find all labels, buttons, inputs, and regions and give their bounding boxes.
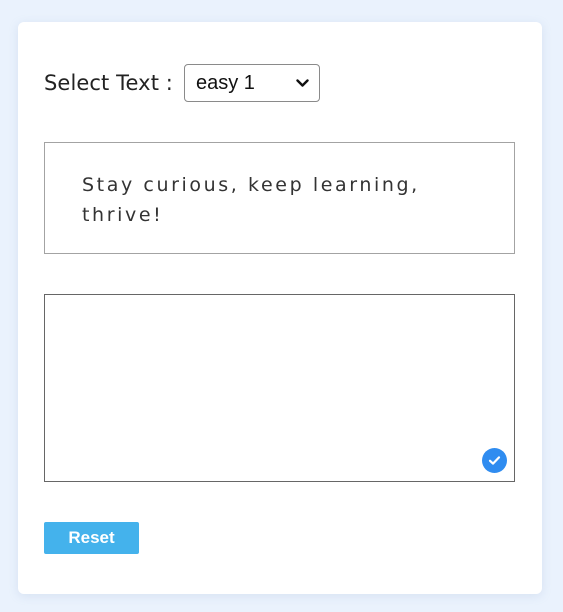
text-selector-row: Select Text : easy 1 xyxy=(44,64,320,102)
typing-input-area[interactable] xyxy=(44,294,515,482)
reset-button[interactable]: Reset xyxy=(44,522,139,554)
chevron-down-icon xyxy=(296,76,310,90)
reference-text-box: Stay curious, keep learning, thrive! xyxy=(44,142,515,254)
selected-text-value: easy 1 xyxy=(195,71,255,94)
text-select-dropdown[interactable]: easy 1 xyxy=(183,64,320,102)
typing-card: Select Text : easy 1 Stay curious, keep … xyxy=(18,22,542,594)
check-circle-icon xyxy=(482,448,507,473)
select-text-label: Select Text : xyxy=(44,71,173,95)
reference-text: Stay curious, keep learning, thrive! xyxy=(82,174,420,226)
